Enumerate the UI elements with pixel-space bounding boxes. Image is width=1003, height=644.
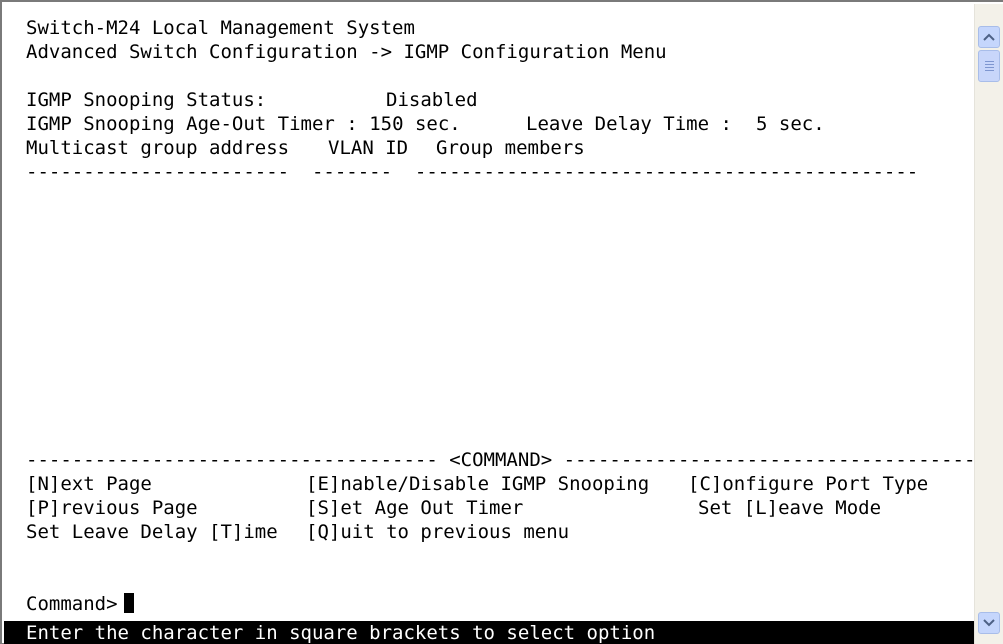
scroll-down-button[interactable] (978, 612, 1000, 634)
command-row-2: [P]revious Page [S]et Age Out Timer Set [L… (26, 496, 881, 520)
age-out-value: 150 sec. (369, 113, 461, 135)
column-header-vlan-id: VLAN ID (328, 137, 409, 159)
command-previous-page[interactable]: [P]revious Page (26, 497, 198, 519)
snooping-status-row: IGMP Snooping Status: Disabled (26, 88, 478, 112)
snooping-status-value: Disabled (386, 89, 478, 111)
chevron-down-icon (983, 619, 995, 627)
text-cursor (123, 593, 134, 613)
system-title: Switch-M24 Local Management System (26, 17, 415, 39)
command-row-1: [N]ext Page [E]nable/Disable IGMP Snoopin… (26, 472, 928, 496)
leave-delay-label: Leave Delay Time : (526, 113, 732, 135)
command-next-page[interactable]: [N]ext Page (26, 473, 152, 495)
command-row-3: Set Leave Delay [T]ime [Q]uit to previous… (26, 520, 569, 544)
status-bar-message: Enter the character in square brackets t… (26, 622, 656, 644)
command-prompt-row[interactable]: Command> (26, 592, 134, 616)
command-set-leave-mode[interactable]: Set [L]eave Mode (698, 496, 881, 520)
grip-line (984, 61, 994, 62)
leave-delay-value: 5 sec. (756, 113, 825, 135)
table-separator: ----------------------- ------- --------… (26, 161, 919, 183)
grip-line (984, 67, 994, 68)
status-bar: Enter the character in square brackets t… (4, 621, 974, 644)
age-out-row: IGMP Snooping Age-Out Timer : 150 sec. Le… (26, 112, 825, 136)
age-out-label: IGMP Snooping Age-Out Timer : (26, 113, 358, 135)
terminal-window: Switch-M24 Local Management System Advan… (0, 0, 1003, 644)
command-set-age-out[interactable]: [S]et Age Out Timer (306, 496, 523, 520)
column-header-group-members: Group members (436, 137, 585, 159)
column-header-group-address: Multicast group address (26, 137, 290, 159)
terminal-screen[interactable]: Switch-M24 Local Management System Advan… (4, 4, 974, 644)
menu-breadcrumb: Advanced Switch Configuration -> IGMP Co… (26, 41, 667, 63)
table-header: Multicast group address VLAN ID Group memb… (26, 136, 585, 160)
vertical-scrollbar[interactable] (974, 4, 1003, 644)
command-configure-port-type[interactable]: [C]onfigure Port Type (688, 472, 928, 496)
grip-line (984, 64, 994, 65)
command-prompt: Command> (26, 593, 118, 615)
snooping-status-label: IGMP Snooping Status: (26, 89, 267, 111)
command-divider: ------------------------------------ <CO… (26, 449, 974, 471)
scroll-up-button[interactable] (978, 26, 1000, 48)
command-quit[interactable]: [Q]uit to previous menu (306, 520, 569, 544)
chevron-up-icon (983, 33, 995, 41)
command-toggle-snooping[interactable]: [E]nable/Disable IGMP Snooping (306, 472, 649, 496)
scroll-thumb[interactable] (978, 50, 1000, 82)
command-set-leave-delay[interactable]: Set Leave Delay [T]ime (26, 521, 278, 543)
grip-line (984, 70, 994, 71)
